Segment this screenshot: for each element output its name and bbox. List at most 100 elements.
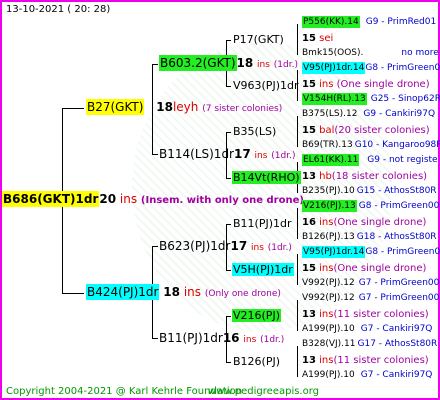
note: (1dr.) xyxy=(273,60,298,70)
connector xyxy=(297,254,298,285)
breeder-tag: G9 - Cankiri97Q xyxy=(363,109,436,119)
queen-root-row: B686(GKT)1dr20 ins (Insem. with only one… xyxy=(2,191,304,207)
gen3-count-row: 15 ins(One single drone) xyxy=(302,264,426,274)
breeder-tag: G8 - PrimGreen00 xyxy=(358,201,440,211)
count: 16 xyxy=(222,331,240,345)
queen-node[interactable]: B235(PJ).10 xyxy=(302,186,355,196)
connector xyxy=(152,154,158,155)
breeder-tag: G25 - Sinop62R xyxy=(370,94,440,104)
note: (One single drone) xyxy=(336,79,430,90)
queen-node[interactable]: B126(PJ) xyxy=(233,356,280,367)
sire-unit: leyh xyxy=(172,100,199,114)
unit: ins xyxy=(254,151,268,161)
note: (One single drone) xyxy=(333,217,427,228)
unit: sei xyxy=(319,33,334,44)
breeder-tag: G8 - PrimGreen00 xyxy=(365,63,440,73)
queen-node[interactable]: Bmk15(OOS). xyxy=(302,48,363,58)
connector xyxy=(226,270,231,271)
queen-node[interactable]: B375(LS).12 xyxy=(302,109,357,119)
queen-node[interactable]: V992(PJ).12 xyxy=(302,278,355,288)
queen-node[interactable]: B35(LS) xyxy=(233,126,276,137)
queen-node[interactable]: V95(PJ)1dr.14 xyxy=(302,246,366,258)
connector xyxy=(297,208,298,239)
sire-count: 18 xyxy=(156,100,173,114)
breeder-tag: G10 - Kangaroo98R xyxy=(354,140,440,150)
queen-node[interactable]: A199(PJ).10 xyxy=(302,324,355,334)
connector xyxy=(152,338,158,339)
connector xyxy=(152,64,158,65)
note: (18 sister colonies) xyxy=(331,171,428,182)
queen-node[interactable]: B11(PJ)1dr xyxy=(233,218,292,229)
queen-node[interactable]: V992(PJ).12 xyxy=(302,293,355,303)
queen-note: (Insem. with only one drone) xyxy=(140,195,304,206)
connector xyxy=(297,346,298,377)
dam-unit: ins xyxy=(183,285,202,299)
queen-node[interactable]: V963(PJ)1dr xyxy=(233,80,298,91)
queen-root[interactable]: B686(GKT)1dr xyxy=(2,191,100,207)
queen-node[interactable]: B11(PJ)1dr xyxy=(159,331,223,345)
note: (1dr.) xyxy=(271,151,296,161)
gen4-row: B328(VJ).11 G17 - AthosSt80R xyxy=(302,340,437,349)
gen4-row: V992(PJ).12 G7 - PrimGreen00 xyxy=(302,279,439,288)
dam-queen[interactable]: B424(PJ)1dr xyxy=(86,284,160,300)
queen-node[interactable]: V95(PJ)1dr.14 xyxy=(302,62,366,74)
queen-node[interactable]: P556(KK).14 xyxy=(302,16,360,28)
connector xyxy=(226,40,231,41)
unit: bal xyxy=(319,125,335,136)
queen-node[interactable]: P17(GKT) xyxy=(233,34,284,45)
note: (11 sister colonies) xyxy=(333,309,429,320)
queen-node[interactable]: B603.2(GKT) xyxy=(159,55,237,71)
date-header: 13-10-2021 ( 20: 28) xyxy=(6,4,111,15)
queen-node[interactable]: V154H(RL).13 xyxy=(302,93,367,105)
count: 15 xyxy=(302,125,316,136)
dam-count: 18 xyxy=(163,285,180,299)
gen4-row: A199(PJ).10 G7 - Cankiri97Q xyxy=(302,371,432,380)
queen-node[interactable]: A199(PJ).10 xyxy=(302,370,355,380)
gen3-count-row: 15 ins (One single drone) xyxy=(302,80,430,90)
sire-queen[interactable]: B27(GKT) xyxy=(86,99,145,115)
queen-node[interactable]: B14Vt(RHO) xyxy=(232,171,301,184)
queen-node[interactable]: V5H(PJ)1dr xyxy=(232,263,294,276)
count: 13 xyxy=(302,309,316,320)
gen4-row: B69(TR).13 G10 - Kangaroo98R xyxy=(302,141,440,150)
site-link[interactable]: www.pedigreeapis.org xyxy=(208,387,319,397)
connector xyxy=(226,362,231,363)
connector xyxy=(62,293,84,294)
queen-node[interactable]: B114(LS)1dr xyxy=(159,147,234,161)
count: 15 xyxy=(302,263,316,274)
copyright-text: Copyright 2004-2021 @ Karl Kehrle Founda… xyxy=(6,386,243,397)
queen-node[interactable]: EL61(KK).11 xyxy=(302,154,360,166)
count: 15 xyxy=(302,33,316,44)
breeder-tag: G7 - Cankiri97Q xyxy=(360,324,433,334)
unit: hb xyxy=(319,171,332,182)
breeder-tag: G7 - Cankiri97Q xyxy=(360,370,433,380)
gen4-row: V95(PJ)1dr.14G8 - PrimGreen00 xyxy=(302,62,440,74)
note: (11 sister colonies) xyxy=(333,355,429,366)
breeder-tag: G9 - PrimRed01 xyxy=(365,17,437,27)
gen4-row: EL61(KK).11 G9 - not registe xyxy=(302,154,438,166)
dam-row: B424(PJ)1dr 18 ins (Only one drone) xyxy=(86,284,281,300)
gen2-row: B603.2(GKT)18 ins (1dr.) xyxy=(159,55,298,71)
queen-node[interactable]: B328(VJ).11 xyxy=(302,339,356,349)
unit: ins xyxy=(251,243,264,253)
breeder-tag: G15 - AthosSt80R xyxy=(356,186,437,196)
gen3-count-row: 13 ins(11 sister colonies) xyxy=(302,356,429,366)
queen-node[interactable]: B69(TR).13 xyxy=(302,140,353,150)
breeder-tag: G17 - AthosSt80R xyxy=(357,339,438,349)
count: 15 xyxy=(302,79,316,90)
unit: ins xyxy=(319,309,334,320)
unit: ins xyxy=(257,60,270,70)
sire-note: (7 sister colonies) xyxy=(202,104,283,114)
gen4-row: V154H(RL).13 G25 - Sinop62R xyxy=(302,93,440,105)
gen4-row: V95(PJ)1dr.14G8 - PrimGreen00 xyxy=(302,246,440,258)
unit: ins xyxy=(319,79,334,90)
gen2-row: B11(PJ)1dr16 ins (1dr.) xyxy=(159,332,284,345)
connector xyxy=(226,224,231,225)
breeder-tag: G8 - PrimGreen00 xyxy=(365,247,440,257)
queen-node[interactable]: B126(PJ).13 xyxy=(302,232,355,242)
connector xyxy=(152,246,158,247)
queen-node[interactable]: V216(PJ) xyxy=(232,309,281,322)
queen-node[interactable]: V216(PJ).13 xyxy=(302,200,357,212)
unit: ins xyxy=(243,335,257,345)
queen-node[interactable]: B623(PJ)1dr xyxy=(159,239,230,253)
